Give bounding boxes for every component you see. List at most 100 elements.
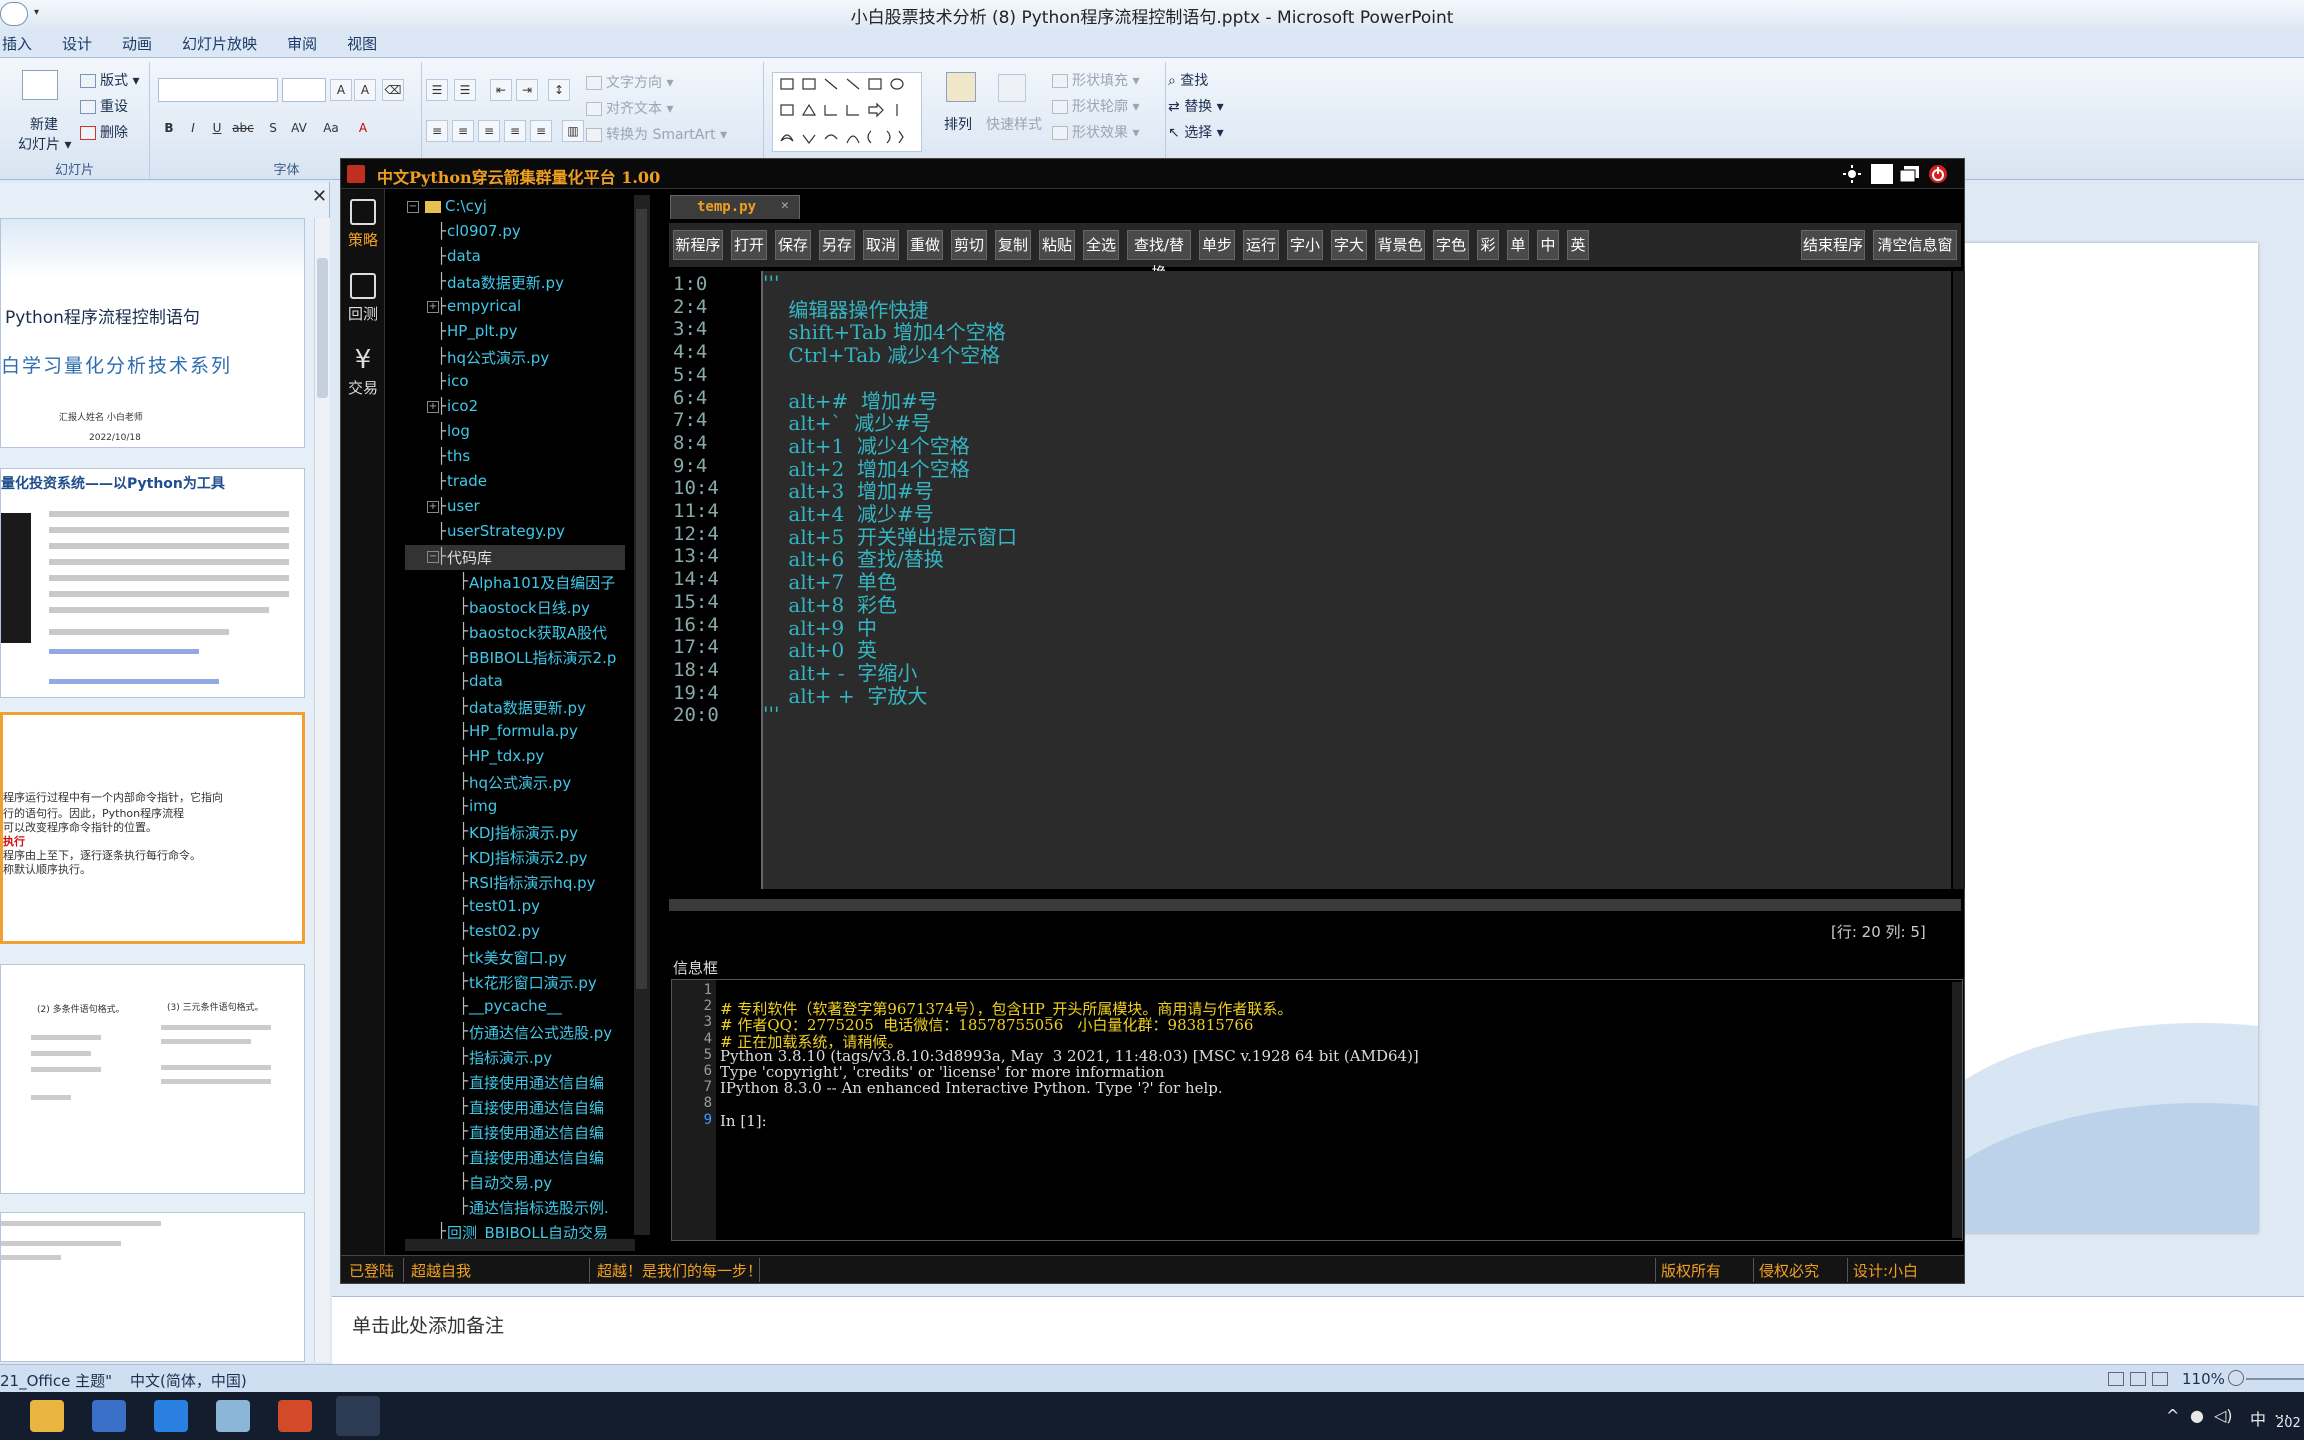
step-button[interactable]: 单步 bbox=[1199, 230, 1235, 260]
select-all-button[interactable]: 全选 bbox=[1083, 230, 1119, 260]
tree-item[interactable]: ├ cl0907.py bbox=[405, 220, 625, 245]
align-center-button[interactable]: ≡ bbox=[452, 120, 474, 142]
save-button[interactable]: 保存 bbox=[775, 230, 811, 260]
align-text-button[interactable]: 对齐文本 ▾ bbox=[586, 98, 673, 118]
tab-animation[interactable]: 动画 bbox=[122, 33, 152, 54]
slide-thumbnail-4[interactable]: (2) 多条件语句格式。 (3) 三元条件语句格式。 bbox=[0, 964, 305, 1194]
arrange-button[interactable]: 排列 bbox=[944, 114, 972, 134]
tree-item[interactable]: ├ 指标演示.py bbox=[405, 1045, 625, 1070]
shape-outline-button[interactable]: 形状轮廓 ▾ bbox=[1052, 96, 1139, 116]
notes-pane[interactable]: 单击此处添加备注 bbox=[332, 1296, 2304, 1364]
tree-item[interactable]: ├ 回测_BBIBOLL自动交易 bbox=[405, 1220, 625, 1239]
tab-slideshow[interactable]: 幻灯片放映 bbox=[182, 33, 257, 54]
mono-mode-button[interactable]: 单 bbox=[1507, 230, 1529, 260]
zoom-out-button[interactable] bbox=[2228, 1370, 2244, 1386]
code-vscrollbar[interactable] bbox=[1953, 271, 1965, 889]
clock-year[interactable]: 202 bbox=[2276, 1416, 2301, 1431]
clear-format-button[interactable]: ⌫ bbox=[382, 79, 404, 101]
quant-platform-taskbar-icon[interactable] bbox=[336, 1396, 380, 1436]
tree-item[interactable]: ├ tk花形窗口演示.py bbox=[405, 970, 625, 995]
clear-info-button[interactable]: 清空信息窗 bbox=[1873, 230, 1957, 260]
font-smaller-button[interactable]: 字小 bbox=[1287, 230, 1323, 260]
reading-view-icon[interactable] bbox=[2152, 1372, 2168, 1386]
tree-item[interactable]: ├ 仿通达信公式选股.py bbox=[405, 1020, 625, 1045]
tree-item[interactable]: ├ trade bbox=[405, 470, 625, 495]
find-button[interactable]: ⌕ 查找 bbox=[1168, 70, 1208, 90]
tree-item[interactable]: ├ baostock获取A股代 bbox=[405, 620, 625, 645]
tree-item[interactable]: ├ ico bbox=[405, 370, 625, 395]
shadow-button[interactable]: S bbox=[262, 118, 284, 140]
tree-item[interactable]: ├ __pycache__ bbox=[405, 995, 625, 1020]
tab-insert[interactable]: 插入 bbox=[2, 33, 32, 54]
tree-item[interactable]: ├ BBIBOLL指标演示2.p bbox=[405, 645, 625, 670]
tree-item[interactable]: ├ 直接使用通达信自编 bbox=[405, 1145, 625, 1170]
settings-icon[interactable] bbox=[1841, 164, 1863, 184]
save-as-button[interactable]: 另存 bbox=[819, 230, 855, 260]
new-slide-button[interactable]: 新建 bbox=[30, 114, 58, 134]
columns-button[interactable]: ▥ bbox=[562, 120, 584, 142]
powerpoint-icon[interactable] bbox=[278, 1400, 312, 1432]
editor-tab-temp[interactable]: temp.py ✕ bbox=[670, 195, 800, 219]
delete-slide-button[interactable]: 删除 bbox=[80, 122, 128, 142]
distribute-button[interactable]: ≡ bbox=[530, 120, 552, 142]
font-name-select[interactable] bbox=[158, 78, 278, 102]
restore-icon[interactable] bbox=[1899, 164, 1921, 184]
convert-smartart-button[interactable]: 转换为 SmartArt ▾ bbox=[586, 124, 727, 144]
font-color-button[interactable]: A bbox=[352, 118, 374, 140]
tree-item[interactable]: ├ data数据更新.py bbox=[405, 695, 625, 720]
italic-button[interactable]: I bbox=[182, 118, 204, 140]
english-button[interactable]: 英 bbox=[1567, 230, 1589, 260]
run-button[interactable]: 运行 bbox=[1243, 230, 1279, 260]
tree-item[interactable]: ├ hq公式演示.py bbox=[405, 345, 625, 370]
code-hscrollbar[interactable] bbox=[669, 899, 1961, 911]
close-tab-icon[interactable]: ✕ bbox=[781, 198, 789, 213]
slide-thumbnail-3[interactable]: 程序运行过程中有一个内部命令指针，它指向 行的语句行。因此，Python程序流程… bbox=[0, 712, 305, 944]
strikethrough-button[interactable]: abc bbox=[232, 118, 254, 140]
tree-item[interactable]: ├ 自动交易.py bbox=[405, 1170, 625, 1195]
chinese-button[interactable]: 中 bbox=[1537, 230, 1559, 260]
quick-styles-button[interactable]: 快速样式 bbox=[986, 114, 1042, 134]
tree-item[interactable]: ├ data数据更新.py bbox=[405, 270, 625, 295]
normal-view-icon[interactable] bbox=[2108, 1372, 2124, 1386]
tree-item[interactable]: + ├ user bbox=[405, 495, 625, 520]
tree-item[interactable]: ├ HP_tdx.py bbox=[405, 745, 625, 770]
info-scrollbar[interactable] bbox=[1952, 982, 1962, 1238]
shape-effects-button[interactable]: 形状效果 ▾ bbox=[1052, 122, 1139, 142]
quick-access-dropdown-icon[interactable]: ▾ bbox=[34, 7, 39, 18]
shrink-font-button[interactable]: A bbox=[354, 79, 376, 101]
file-explorer-icon[interactable] bbox=[30, 1400, 64, 1432]
ime-indicator[interactable]: 中 bbox=[2250, 1406, 2266, 1430]
paste-button[interactable]: 粘贴 bbox=[1039, 230, 1075, 260]
tree-item[interactable]: ├ 直接使用通达信自编 bbox=[405, 1095, 625, 1120]
shape-fill-button[interactable]: 形状填充 ▾ bbox=[1052, 70, 1139, 90]
bold-button[interactable]: B bbox=[158, 118, 180, 140]
slides-scrollbar[interactable] bbox=[314, 218, 330, 1362]
grow-font-button[interactable]: A bbox=[330, 79, 352, 101]
tree-item[interactable]: ├ baostock日线.py bbox=[405, 595, 625, 620]
tree-item[interactable]: ├ KDJ指标演示.py bbox=[405, 820, 625, 845]
slide-sorter-icon[interactable] bbox=[2130, 1372, 2146, 1386]
end-program-button[interactable]: 结束程序 bbox=[1801, 230, 1865, 260]
cut-button[interactable]: 剪切 bbox=[951, 230, 987, 260]
volume-icon[interactable]: ◁) bbox=[2214, 1406, 2233, 1425]
tree-item[interactable]: + ├ empyrical bbox=[405, 295, 625, 320]
tab-design[interactable]: 设计 bbox=[62, 33, 92, 54]
slide-thumbnail-2[interactable]: 量化投资系统——以Python为工具 bbox=[0, 468, 305, 698]
slide-thumbnail-5[interactable] bbox=[0, 1212, 305, 1362]
tree-item[interactable]: ├ 直接使用通达信自编 bbox=[405, 1070, 625, 1095]
decrease-indent-button[interactable]: ⇤ bbox=[490, 79, 512, 101]
align-left-button[interactable]: ≡ bbox=[426, 120, 448, 142]
find-replace-button[interactable]: 查找/替换 bbox=[1127, 230, 1191, 282]
tree-item[interactable]: ├ ths bbox=[405, 445, 625, 470]
underline-button[interactable]: U bbox=[206, 118, 228, 140]
tray-expand-icon[interactable]: ^ bbox=[2166, 1406, 2179, 1425]
tree-item[interactable]: + ├ ico2 bbox=[405, 395, 625, 420]
info-panel[interactable]: 123456789 # 专利软件（软著登字第9671374号），包含HP_开头所… bbox=[671, 979, 1963, 1241]
tree-item[interactable]: ├ data bbox=[405, 670, 625, 695]
tree-item[interactable]: ├ Alpha101及自编因子 bbox=[405, 570, 625, 595]
tree-item[interactable]: ├ userStrategy.py bbox=[405, 520, 625, 545]
power-close-icon[interactable] bbox=[1927, 164, 1949, 184]
tree-item[interactable]: ├ HP_formula.py bbox=[405, 720, 625, 745]
nav-backtest[interactable]: 回测 bbox=[341, 273, 385, 324]
language-indicator[interactable]: 中文(简体，中国) bbox=[130, 1370, 247, 1391]
